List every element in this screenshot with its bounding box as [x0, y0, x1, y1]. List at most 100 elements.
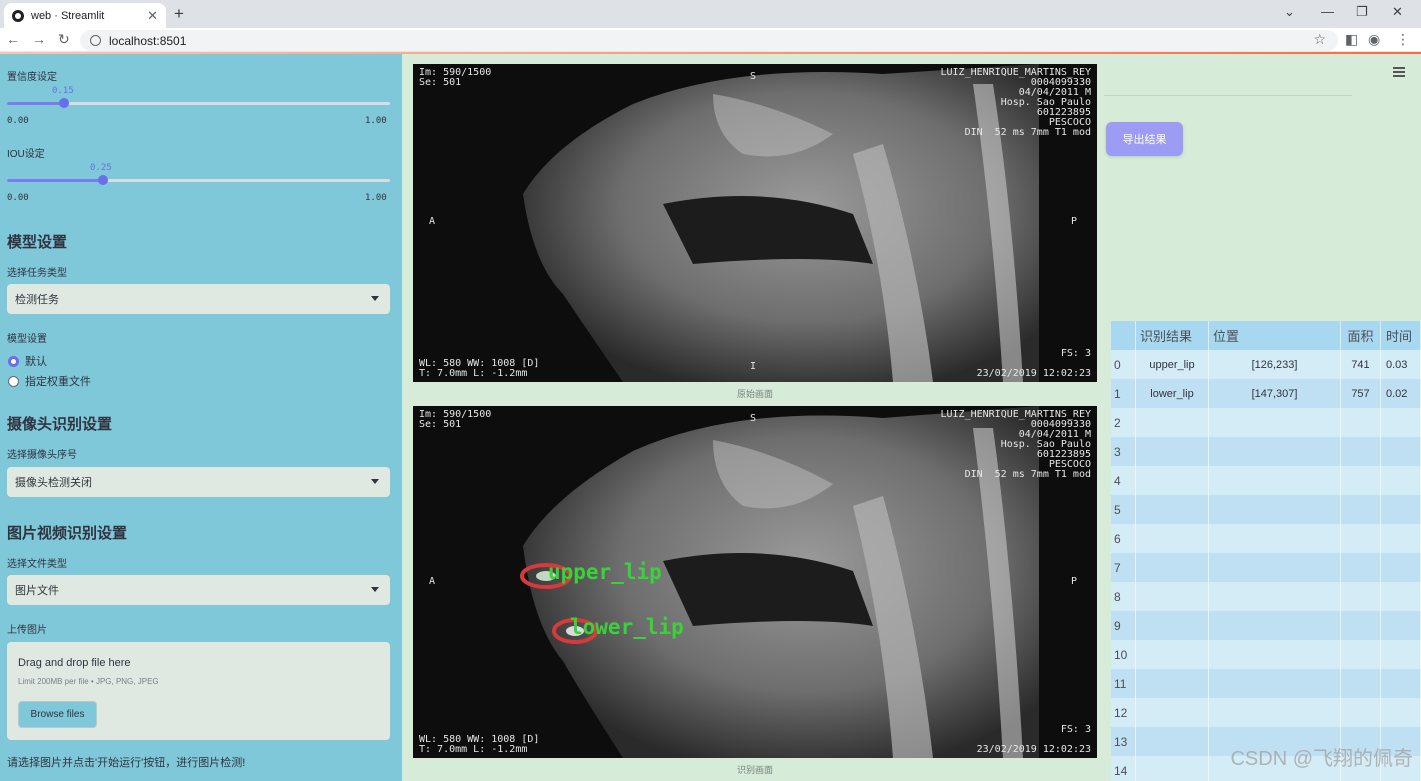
table-row[interactable]: 4	[1111, 466, 1421, 495]
table-header-result[interactable]: 识别结果	[1136, 321, 1209, 350]
file-dropzone[interactable]: Drag and drop file here Limit 200MB per …	[7, 642, 390, 740]
table-row[interactable]: 5	[1111, 495, 1421, 524]
back-icon[interactable]: ←	[6, 31, 20, 47]
table-cell-area	[1341, 437, 1381, 466]
iou-label: IOU设定	[7, 149, 45, 160]
iou-min: 0.00	[7, 193, 29, 203]
table-row[interactable]: 0 upper_lip [126,233] 741 0.03	[1111, 350, 1421, 379]
table-cell-position	[1209, 553, 1341, 582]
chevron-down-icon[interactable]: ⌄	[1284, 4, 1295, 20]
model-section-title: 模型设置	[7, 234, 68, 251]
dropzone-limit-text: Limit 200MB per file • JPG, PNG, JPEG	[18, 677, 159, 686]
table-cell-position	[1209, 669, 1341, 698]
camera-section-title: 摄像头识别设置	[7, 416, 113, 433]
table-cell-index: 10	[1111, 640, 1136, 669]
kebab-menu-icon[interactable]: ⋮	[1396, 31, 1410, 48]
table-cell-result	[1136, 582, 1209, 611]
table-cell-index: 5	[1111, 495, 1136, 524]
table-cell-area	[1341, 495, 1381, 524]
address-bar: ← → ↻ localhost:8501 ☆ ◧ ◉ ⋮	[0, 28, 1421, 52]
table-cell-result: lower_lip	[1136, 379, 1209, 408]
table-cell-time: 0.02	[1381, 379, 1421, 408]
iou-slider-handle[interactable]	[97, 175, 108, 185]
table-cell-index: 12	[1111, 698, 1136, 727]
table-header-time[interactable]: 时间	[1381, 321, 1421, 350]
radio-button[interactable]	[8, 375, 19, 387]
confidence-label: 置信度设定	[7, 72, 57, 83]
table-row[interactable]: 12	[1111, 698, 1421, 727]
table-cell-area	[1341, 466, 1381, 495]
confidence-slider-fill	[7, 102, 65, 105]
table-cell-result: upper_lip	[1136, 350, 1209, 379]
table-row[interactable]: 3	[1111, 437, 1421, 466]
table-cell-result	[1136, 669, 1209, 698]
table-header-index	[1111, 321, 1136, 350]
scan-top-left-info: Im: 590/1500 Se: 501	[419, 409, 492, 430]
table-row[interactable]: 9	[1111, 611, 1421, 640]
reload-icon[interactable]: ↻	[58, 31, 70, 48]
file-section-title: 图片视频识别设置	[7, 525, 128, 542]
sidebar-panel-icon[interactable]: ◧	[1345, 31, 1358, 48]
url-field[interactable]: localhost:8501 ☆	[80, 30, 1338, 51]
confidence-slider-handle[interactable]	[59, 98, 70, 108]
iou-slider[interactable]	[7, 175, 390, 185]
profile-avatar-icon[interactable]: ◉	[1368, 31, 1380, 48]
table-cell-time	[1381, 437, 1421, 466]
table-cell-result	[1136, 495, 1209, 524]
task-type-select[interactable]: 检测任务	[7, 284, 390, 314]
table-header-position[interactable]: 位置	[1209, 321, 1341, 350]
table-cell-area	[1341, 669, 1381, 698]
scan-orientation-left: A	[429, 576, 436, 587]
site-info-icon[interactable]	[90, 35, 101, 46]
minimize-icon[interactable]: —	[1321, 4, 1334, 19]
table-cell-time	[1381, 495, 1421, 524]
table-cell-position	[1209, 466, 1341, 495]
close-tab-icon[interactable]: ✕	[147, 8, 158, 24]
radio-default[interactable]: 默认	[8, 353, 47, 369]
browser-tab[interactable]: web · Streamlit ✕	[4, 3, 166, 28]
scan-orientation-right: P	[1071, 216, 1078, 227]
table-row[interactable]: 10	[1111, 640, 1421, 669]
scan-bottom-left-info: WL: 580 WW: 1008 [D] T: 7.0mm L: -1.2mm	[419, 734, 540, 755]
new-tab-icon[interactable]: +	[174, 4, 184, 24]
radio-custom-weights[interactable]: 指定权重文件	[8, 373, 91, 389]
confidence-min: 0.00	[7, 116, 29, 126]
sidebar: 置信度设定 0.15 0.00 1.00 IOU设定 0.25 0.00 1.0…	[0, 54, 402, 781]
radio-custom-weights-label: 指定权重文件	[25, 376, 91, 388]
table-cell-result	[1136, 466, 1209, 495]
forward-icon[interactable]: →	[32, 31, 46, 47]
chevron-down-icon	[371, 587, 379, 592]
confidence-slider[interactable]	[7, 98, 390, 108]
scan-orientation-top: S	[750, 71, 757, 82]
scan-top-right-info: LUIZ_HENRIQUE_MARTINS_REY 0004099330 04/…	[940, 67, 1091, 138]
table-row[interactable]: 8	[1111, 582, 1421, 611]
original-image: Im: 590/1500 Se: 501 LUIZ_HENRIQUE_MARTI…	[413, 64, 1097, 382]
csdn-watermark: CSDN @飞翔的佩奇	[1230, 748, 1413, 770]
table-cell-result	[1136, 553, 1209, 582]
table-cell-position	[1209, 524, 1341, 553]
browse-files-button[interactable]: Browse files	[18, 701, 97, 728]
confidence-max: 1.00	[365, 116, 387, 126]
export-results-button[interactable]: 导出结果	[1106, 122, 1183, 156]
table-cell-time	[1381, 524, 1421, 553]
restore-icon[interactable]: ❐	[1356, 4, 1368, 20]
table-row[interactable]: 7	[1111, 553, 1421, 582]
iou-max: 1.00	[365, 193, 387, 203]
table-cell-time	[1381, 698, 1421, 727]
table-row[interactable]: 11	[1111, 669, 1421, 698]
close-window-icon[interactable]: ✕	[1392, 4, 1403, 20]
radio-button-selected[interactable]	[8, 355, 19, 367]
table-cell-index: 9	[1111, 611, 1136, 640]
file-type-select[interactable]: 图片文件	[7, 575, 390, 605]
table-cell-result	[1136, 524, 1209, 553]
table-cell-area	[1341, 640, 1381, 669]
hamburger-menu-icon[interactable]	[1393, 67, 1405, 79]
table-row[interactable]: 2	[1111, 408, 1421, 437]
radio-default-label: 默认	[25, 356, 47, 368]
camera-index-select[interactable]: 摄像头检测关闭	[7, 467, 390, 497]
iou-slider-fill	[7, 179, 103, 182]
table-header-area[interactable]: 面积	[1341, 321, 1381, 350]
table-row[interactable]: 1 lower_lip [147,307] 757 0.02	[1111, 379, 1421, 408]
table-row[interactable]: 6	[1111, 524, 1421, 553]
bookmark-star-icon[interactable]: ☆	[1313, 31, 1326, 48]
